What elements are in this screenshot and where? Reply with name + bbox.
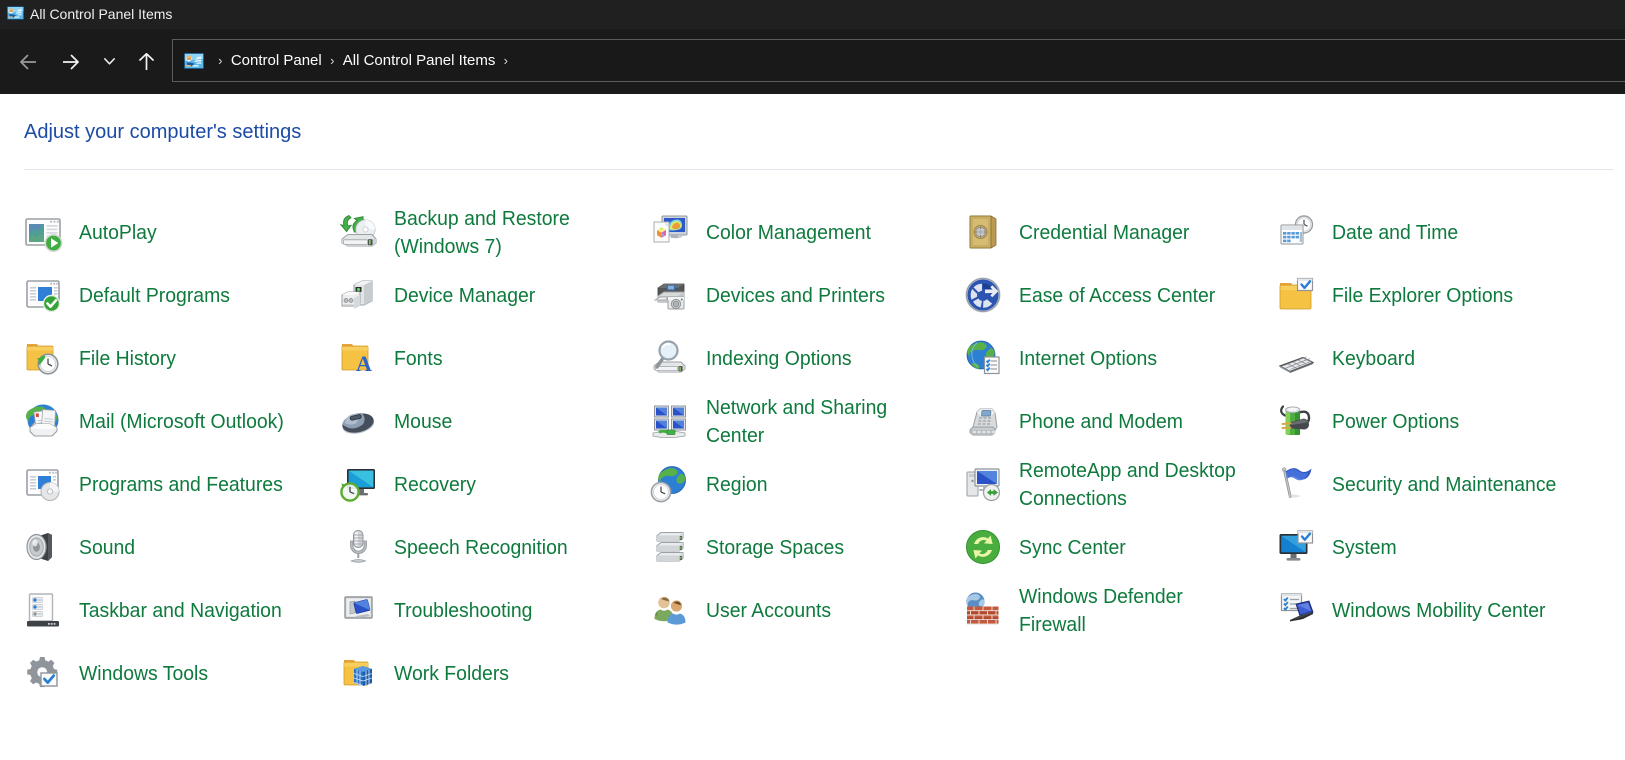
svg-text:A: A: [356, 351, 372, 376]
